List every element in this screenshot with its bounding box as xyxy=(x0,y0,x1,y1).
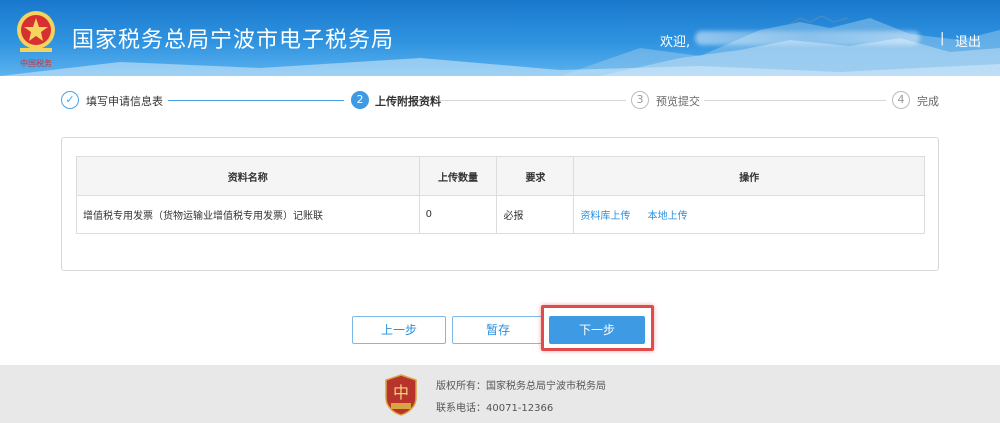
step-3-label: 预览提交 xyxy=(656,95,700,108)
footer-phone: 联系电话：40071-12366 xyxy=(436,403,554,414)
library-upload-link[interactable]: 资料库上传 xyxy=(580,211,630,222)
header-banner: 中国税务 国家税务总局宁波市电子税务局 欢迎, | 退出 xyxy=(0,0,1000,76)
highlight-box xyxy=(541,305,654,351)
step-4-label: 完成 xyxy=(917,95,939,108)
step-line-3 xyxy=(704,100,886,101)
tax-badge-icon: 中 xyxy=(385,374,417,416)
step-line-2 xyxy=(440,100,626,101)
tax-emblem-icon: 中国税务 xyxy=(17,11,55,68)
col-header-requirement: 要求 xyxy=(496,156,575,196)
svg-text:中国税务: 中国税务 xyxy=(20,58,52,68)
step-1-check-icon: ✓ xyxy=(61,91,79,109)
site-title: 国家税务总局宁波市电子税务局 xyxy=(72,28,395,53)
col-header-count: 上传数量 xyxy=(418,156,498,196)
footer: 中 版权所有：国家税务总局宁波市税务局 联系电话：40071-12366 xyxy=(0,365,1000,423)
step-line-1 xyxy=(168,100,344,101)
step-indicator: ✓ 填写申请信息表 2 上传附报资料 3 预览提交 4 完成 xyxy=(0,89,1000,113)
table-row: 增值税专用发票（货物运输业增值税专用发票）记账联 0 必报 资料库上传 本地上传 xyxy=(76,195,925,234)
step-3-number: 3 xyxy=(631,91,649,109)
col-header-actions: 操作 xyxy=(573,156,925,196)
prev-step-button[interactable]: 上一步 xyxy=(352,316,446,344)
step-2-number: 2 xyxy=(351,91,369,109)
row-requirement: 必报 xyxy=(496,195,575,234)
row-file-name: 增值税专用发票（货物运输业增值税专用发票）记账联 xyxy=(76,195,420,234)
welcome-text: 欢迎, xyxy=(660,35,691,50)
table-header-row: 资料名称 上传数量 要求 操作 xyxy=(76,156,925,196)
save-draft-button[interactable]: 暂存 xyxy=(452,316,544,344)
attachments-panel: 资料名称 上传数量 要求 操作 增值税专用发票（货物运输业增值税专用发票）记账联… xyxy=(61,137,939,271)
step-2-label: 上传附报资料 xyxy=(375,95,441,108)
header-separator: | xyxy=(940,31,945,46)
local-upload-link[interactable]: 本地上传 xyxy=(648,211,688,222)
svg-text:中: 中 xyxy=(393,383,409,402)
step-4-number: 4 xyxy=(892,91,910,109)
logout-link[interactable]: 退出 xyxy=(955,31,981,50)
col-header-name: 资料名称 xyxy=(76,156,420,196)
footer-copyright: 版权所有：国家税务总局宁波市税务局 xyxy=(436,381,606,392)
row-actions: 资料库上传 本地上传 xyxy=(573,195,925,234)
attachments-table: 资料名称 上传数量 要求 操作 增值税专用发票（货物运输业增值税专用发票）记账联… xyxy=(76,156,925,234)
step-1-label: 填写申请信息表 xyxy=(86,95,163,108)
username-redacted xyxy=(695,31,920,45)
row-upload-count: 0 xyxy=(418,195,498,234)
